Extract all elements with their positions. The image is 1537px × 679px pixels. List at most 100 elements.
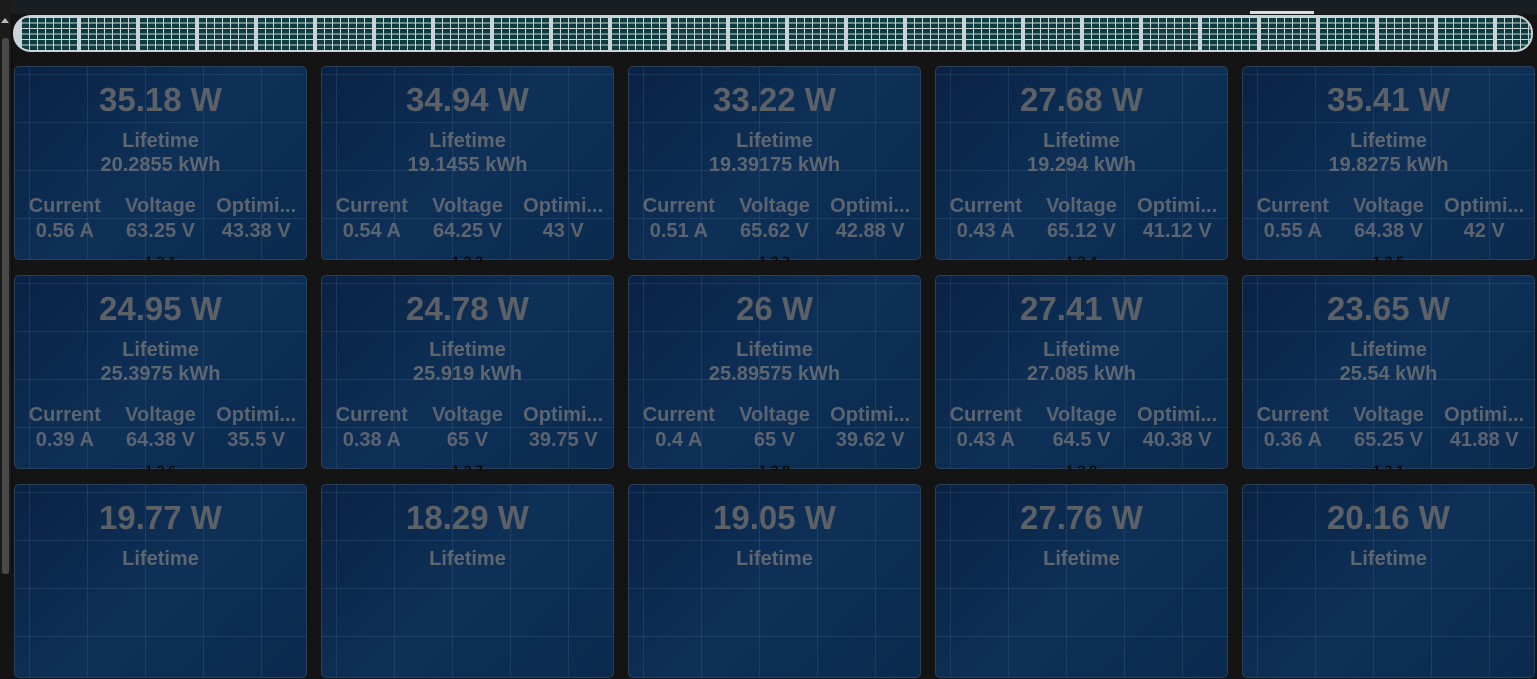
current-value: 0.43 A <box>956 220 1015 242</box>
voltage-label: Voltage <box>1046 195 1117 217</box>
optimizer-stat: Optimi... 42 V <box>1436 195 1532 243</box>
solar-panel-card[interactable]: 20.16 W Lifetime <box>1242 484 1535 678</box>
solar-panel-card[interactable]: 18.29 W Lifetime <box>321 484 614 678</box>
mini-panel-icon[interactable] <box>375 17 431 50</box>
panel-power: 19.77 W <box>99 499 222 536</box>
optimizer-value: 39.75 V <box>528 429 598 451</box>
lifetime-value: 27.085 kWh <box>1027 363 1136 385</box>
current-value: 0.43 A <box>956 429 1015 451</box>
panel-id: 1.2.1 <box>144 253 177 261</box>
vertical-scroll-thumb[interactable] <box>2 38 9 574</box>
solar-panel-card[interactable]: 27.68 W Lifetime 19.294 kWh Current 0.43… <box>935 66 1228 261</box>
solar-panel-card[interactable]: 23.65 W Lifetime 25.54 kWh Current 0.36 … <box>1242 275 1535 470</box>
mini-panel-icon[interactable] <box>906 17 962 50</box>
mini-panel-icon[interactable] <box>1083 17 1139 50</box>
mini-panel-icon[interactable] <box>493 17 549 50</box>
solar-panel-card[interactable]: 24.78 W Lifetime 25.919 kWh Current 0.38… <box>321 275 614 470</box>
solar-panel-card[interactable]: 35.41 W Lifetime 19.8275 kWh Current 0.5… <box>1242 66 1535 261</box>
optimizer-label: Optimi... <box>830 404 911 426</box>
solar-panel-card[interactable]: 19.05 W Lifetime <box>628 484 921 678</box>
optimizer-value: 41.88 V <box>1449 429 1519 451</box>
optimizer-value: 42.88 V <box>835 220 905 242</box>
panel-power: 27.41 W <box>1020 290 1143 327</box>
top-bar <box>11 0 1537 14</box>
panel-power: 23.65 W <box>1327 290 1450 327</box>
mini-panel-icon[interactable] <box>1201 17 1257 50</box>
mini-panel-icon[interactable] <box>1496 17 1531 50</box>
panel-id: 1.3.1 <box>1372 462 1405 470</box>
mini-panel-icon[interactable] <box>1142 17 1198 50</box>
solar-panel-card[interactable]: 33.22 W Lifetime 19.39175 kWh Current 0.… <box>628 66 921 261</box>
mini-panel-icon[interactable] <box>1024 17 1080 50</box>
current-value: 0.4 A <box>655 429 703 451</box>
current-stat: Current 0.38 A <box>324 404 420 452</box>
mini-panel-icon[interactable] <box>729 17 785 50</box>
voltage-stat: Voltage 65 V <box>420 404 516 452</box>
voltage-stat: Voltage 64.25 V <box>420 195 516 243</box>
mini-panel-icon[interactable] <box>611 17 667 50</box>
panel-overview-strip[interactable] <box>13 15 1533 52</box>
panel-power: 24.78 W <box>406 290 529 327</box>
panel-stats <box>1245 613 1532 615</box>
vertical-scrollbar[interactable] <box>0 0 12 574</box>
mini-panel-icon[interactable] <box>257 17 313 50</box>
solar-panel-card[interactable]: 35.18 W Lifetime 20.2855 kWh Current 0.5… <box>14 66 307 261</box>
panel-stats: Current 0.55 A Voltage 64.38 V Optimi...… <box>1245 195 1532 243</box>
solar-panel-card[interactable]: 34.94 W Lifetime 19.1455 kWh Current 0.5… <box>321 66 614 261</box>
scroll-up-arrow-icon[interactable] <box>1 18 9 23</box>
voltage-value: 64.38 V <box>126 429 195 451</box>
mini-panel-icon[interactable] <box>139 17 195 50</box>
lifetime-label: Lifetime <box>1350 339 1427 361</box>
solar-panel-card[interactable]: 19.77 W Lifetime <box>14 484 307 678</box>
optimizer-stat <box>1129 613 1225 615</box>
current-stat <box>324 613 420 615</box>
mini-panel-icon[interactable] <box>80 17 136 50</box>
mini-panel-icon[interactable] <box>965 17 1021 50</box>
mini-panel-icon[interactable] <box>316 17 372 50</box>
solar-panel-card[interactable]: 27.41 W Lifetime 27.085 kWh Current 0.43… <box>935 275 1228 470</box>
optimizer-label: Optimi... <box>216 195 297 217</box>
mini-panel-icon[interactable] <box>434 17 490 50</box>
current-stat: Current 0.39 A <box>17 404 113 452</box>
mini-panel-icon[interactable] <box>1319 17 1375 50</box>
panel-stats <box>631 613 918 615</box>
panel-stats: Current 0.43 A Voltage 64.5 V Optimi... … <box>938 404 1225 452</box>
mini-panel-icon[interactable] <box>1437 17 1493 50</box>
current-label: Current <box>335 195 408 217</box>
solar-panel-card[interactable]: 26 W Lifetime 25.89575 kWh Current 0.4 A… <box>628 275 921 470</box>
panel-power: 24.95 W <box>99 290 222 327</box>
mini-panel-icon[interactable] <box>1260 17 1316 50</box>
mini-panel-icon[interactable] <box>198 17 254 50</box>
voltage-value: 64.38 V <box>1354 220 1423 242</box>
mini-panel-icon[interactable] <box>1378 17 1434 50</box>
mini-panel-icon[interactable] <box>847 17 903 50</box>
voltage-value: 64.5 V <box>1052 429 1111 451</box>
current-value: 0.38 A <box>342 429 401 451</box>
voltage-label: Voltage <box>125 195 196 217</box>
voltage-value: 65.12 V <box>1047 220 1116 242</box>
optimizer-value: 35.5 V <box>227 429 286 451</box>
voltage-stat: Voltage 63.25 V <box>113 195 209 243</box>
lifetime-label: Lifetime <box>736 548 813 570</box>
panel-power: 19.05 W <box>713 499 836 536</box>
mini-panel-icon[interactable] <box>670 17 726 50</box>
mini-panel-icon[interactable] <box>552 17 608 50</box>
solar-panel-card[interactable]: 24.95 W Lifetime 25.3975 kWh Current 0.3… <box>14 275 307 470</box>
mini-panel-icon[interactable] <box>788 17 844 50</box>
lifetime-value: 25.3975 kWh <box>100 363 221 385</box>
lifetime-label: Lifetime <box>1350 548 1427 570</box>
optimizer-value: 43.38 V <box>221 220 291 242</box>
mini-panel-icon[interactable] <box>21 17 77 50</box>
voltage-value: 65 V <box>446 429 489 451</box>
lifetime-label: Lifetime <box>736 130 813 152</box>
optimizer-label: Optimi... <box>523 195 604 217</box>
optimizer-value: 39.62 V <box>835 429 905 451</box>
optimizer-label: Optimi... <box>523 404 604 426</box>
current-stat: Current 0.43 A <box>938 195 1034 243</box>
panel-stats <box>324 613 611 615</box>
horizontal-scroll-thumb[interactable] <box>1250 11 1314 14</box>
current-value: 0.51 A <box>649 220 708 242</box>
lifetime-value: 19.1455 kWh <box>407 154 528 176</box>
solar-panel-card[interactable]: 27.76 W Lifetime <box>935 484 1228 678</box>
voltage-label: Voltage <box>739 404 810 426</box>
